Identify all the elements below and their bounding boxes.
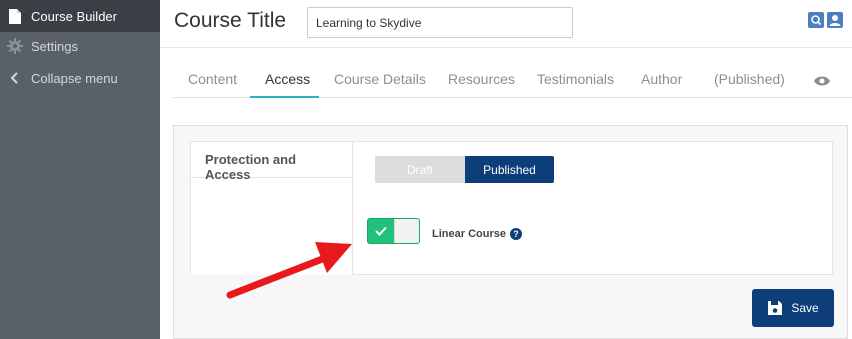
check-icon <box>375 226 387 236</box>
sidebar-item-label: Course Builder <box>31 8 117 24</box>
section-title[interactable]: Protection and Access <box>191 142 352 182</box>
tab-access[interactable]: Access <box>265 71 310 87</box>
tab-author[interactable]: Author <box>641 71 682 87</box>
chevron-left-icon <box>7 70 23 86</box>
help-icon[interactable]: ? <box>510 228 522 240</box>
sidebar-item-collapse-menu[interactable]: Collapse menu <box>0 62 160 94</box>
active-tab-indicator <box>250 96 319 98</box>
user-icon[interactable] <box>827 12 843 28</box>
published-button[interactable]: Published <box>465 156 554 183</box>
status-toggle: Draft Published <box>375 156 554 183</box>
save-label: Save <box>791 301 819 315</box>
tab-published-status[interactable]: (Published) <box>714 71 785 87</box>
save-button[interactable]: Save <box>752 289 834 327</box>
tab-resources[interactable]: Resources <box>448 71 515 87</box>
floppy-disk-icon <box>768 301 783 315</box>
tab-course-details[interactable]: Course Details <box>334 71 426 87</box>
course-title-input[interactable] <box>307 7 573 38</box>
tab-bar: Content Access Course Details Resources … <box>173 48 852 98</box>
sidebar-item-settings[interactable]: Settings <box>0 30 160 62</box>
linear-course-toggle[interactable] <box>367 218 420 244</box>
tab-testimonials[interactable]: Testimonials <box>537 71 614 87</box>
annotation-arrow <box>226 242 352 299</box>
sidebar: Course Builder Settings Collapse menu <box>0 0 160 339</box>
eye-icon[interactable] <box>813 74 831 86</box>
search-user-icon[interactable] <box>808 12 824 28</box>
draft-button[interactable]: Draft <box>375 156 465 183</box>
header: Course Title <box>160 0 852 48</box>
sidebar-item-label: Collapse menu <box>31 70 118 86</box>
sidebar-item-course-builder[interactable]: Course Builder <box>0 0 160 32</box>
linear-course-label: Linear Course <box>432 228 506 240</box>
page-title: Course Title <box>174 9 287 32</box>
sidebar-item-label: Settings <box>31 38 78 54</box>
document-icon <box>7 8 23 24</box>
toggle-knob <box>394 219 419 243</box>
gear-icon <box>7 38 23 54</box>
tab-content[interactable]: Content <box>188 71 237 87</box>
